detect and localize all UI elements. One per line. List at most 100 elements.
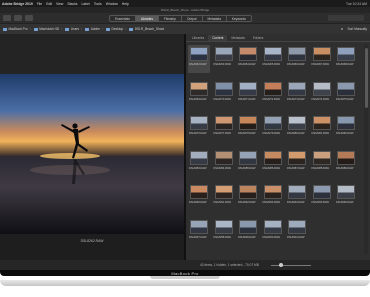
menu-edit[interactable]: Edit bbox=[46, 2, 52, 6]
thumbnail-image bbox=[288, 185, 306, 199]
content-scrollbar[interactable] bbox=[364, 44, 368, 254]
thumbnail-label: DSL8277.RAW bbox=[213, 132, 232, 135]
folder-icon bbox=[65, 27, 70, 31]
workspace-keywords[interactable]: Keywords bbox=[227, 16, 251, 21]
workspace-output[interactable]: Output bbox=[182, 15, 203, 21]
search-input[interactable] bbox=[328, 15, 364, 21]
thumbnail-item[interactable]: DSL8274.RAW bbox=[311, 80, 333, 108]
menu-tools[interactable]: Tools bbox=[94, 2, 102, 6]
thumbnail-item[interactable]: DSL8263.RAW bbox=[213, 45, 235, 73]
slider-knob[interactable] bbox=[278, 262, 283, 267]
thumbnail-label: DSL8274.RAW bbox=[311, 97, 330, 101]
breadcrumb-item[interactable]: Desktop › bbox=[105, 27, 126, 31]
thumbnail-item[interactable]: DSL8283.RAW bbox=[188, 149, 210, 177]
thumbnail-item[interactable]: DSL8299.RAW bbox=[237, 218, 259, 246]
thumbnail-item[interactable]: DSL8275.RAW bbox=[335, 80, 357, 108]
thumbnail-image bbox=[312, 150, 331, 165]
thumbnail-image bbox=[312, 47, 331, 61]
thumbnail-item[interactable]: DSL8265.RAW bbox=[262, 45, 284, 73]
drive-icon bbox=[3, 27, 7, 31]
thumbnail-item[interactable]: DSL8286.RAW bbox=[262, 149, 284, 177]
thumbnail-item[interactable]: DSL8301.RAW bbox=[286, 218, 308, 246]
thumbnail-item[interactable]: DSL8272.RAW bbox=[262, 80, 284, 108]
thumbnail-label: DSL8286.RAW bbox=[262, 166, 281, 170]
tab-content[interactable]: Content bbox=[208, 35, 228, 41]
thumbnail-item[interactable]: DSL8281.RAW bbox=[311, 114, 333, 142]
thumbnail-item[interactable]: DSL8266.RAW bbox=[286, 45, 308, 73]
thumbnail-item[interactable]: DSL8289.RAW bbox=[335, 149, 357, 177]
sort-control[interactable]: ★ Sort Manually bbox=[341, 27, 367, 31]
thumbnail-item[interactable]: DSL8273.RAW bbox=[286, 80, 308, 108]
workspace-filmstrip[interactable]: Filmstrip bbox=[159, 15, 182, 21]
thumbnail-image bbox=[190, 150, 208, 165]
thumbnail-item[interactable]: DSL8276.RAW bbox=[188, 114, 210, 142]
thumbnail-item[interactable]: DSL8296.RAW bbox=[335, 183, 357, 211]
folder-icon bbox=[105, 27, 110, 31]
get-photos-button[interactable] bbox=[25, 15, 33, 21]
breadcrumb-item[interactable]: MacBook Pro › bbox=[3, 27, 31, 31]
thumbnail-label: DSL8281.RAW bbox=[311, 132, 330, 135]
thumbnail-item[interactable]: DSL8279.RAW bbox=[262, 114, 284, 142]
menu-label[interactable]: Label bbox=[82, 2, 90, 6]
menu-file[interactable]: File bbox=[37, 2, 42, 6]
thumbnail-item[interactable]: DSL8295.RAW bbox=[311, 183, 333, 211]
menu-stacks[interactable]: Stacks bbox=[67, 2, 77, 6]
thumbnail-image bbox=[239, 116, 257, 130]
thumbnail-size-slider[interactable] bbox=[270, 262, 311, 267]
thumbnail-item[interactable]: DSL8280.RAW bbox=[286, 114, 308, 142]
thumbnail-image bbox=[214, 150, 233, 165]
thumbnail-item[interactable]: DSL8294.RAW bbox=[286, 183, 308, 211]
thumbnail-image bbox=[190, 81, 208, 96]
thumbnail-item[interactable]: DSL8284.RAW bbox=[213, 149, 235, 177]
thumbnail-label: DSL8270.RAW bbox=[213, 97, 232, 101]
thumbnail-item[interactable]: DSL8271.RAW bbox=[237, 80, 259, 108]
thumbnail-item[interactable]: DSL8293.RAW bbox=[262, 183, 284, 211]
laptop-notch bbox=[150, 276, 220, 279]
workspace-libraries[interactable]: Libraries bbox=[135, 15, 159, 21]
thumbnail-item[interactable]: DSL8268.RAW bbox=[335, 45, 357, 73]
thumbnail-item[interactable]: DSL8282.RAW bbox=[335, 114, 357, 142]
menu-window[interactable]: Window bbox=[106, 2, 118, 6]
menu-view[interactable]: View bbox=[56, 2, 63, 6]
thumbnail-item[interactable]: DSL8291.RAW bbox=[213, 183, 235, 211]
thumbnail-item[interactable]: DSL8288.RAW bbox=[311, 149, 333, 177]
thumbnail-item[interactable]: DSL8262.RAW bbox=[188, 45, 210, 73]
thumbnail-item[interactable]: DSL8298.RAW bbox=[213, 218, 235, 246]
menu-help[interactable]: Help bbox=[122, 2, 129, 6]
thumbnail-item[interactable]: DSL8297.RAW bbox=[188, 218, 210, 246]
laptop: Adobe Bridge 2019 File Edit View Stacks … bbox=[0, 0, 370, 297]
thumbnail-item[interactable]: DSL8270.RAW bbox=[213, 80, 235, 108]
tab-libraries[interactable]: Libraries bbox=[188, 35, 208, 41]
thumbnail-item[interactable]: DSL8269.RAW bbox=[188, 80, 210, 108]
thumbnail-image bbox=[263, 219, 282, 234]
workspace-essentials[interactable]: Essentials bbox=[110, 15, 136, 21]
sort-dropdown[interactable]: Sort Manually bbox=[348, 27, 368, 31]
workspace-metadata[interactable]: Metadata bbox=[203, 15, 227, 21]
breadcrumb-item[interactable]: DSLR_Beach_Shoot bbox=[129, 27, 164, 31]
thumbnail-image bbox=[288, 47, 306, 61]
thumbnail-item[interactable]: DSL8285.RAW bbox=[237, 149, 259, 177]
thumbnail-item[interactable]: DSL8290.RAW bbox=[188, 183, 210, 211]
thumbnail-item[interactable]: DSL8277.RAW bbox=[213, 114, 235, 142]
star-filter-icon[interactable]: ★ bbox=[341, 27, 344, 31]
thumbnail-item[interactable]: DSL8267.RAW bbox=[311, 45, 333, 73]
thumbnail-image bbox=[190, 219, 208, 234]
tab-metadata[interactable]: Metadata bbox=[227, 35, 248, 41]
thumbnail-image bbox=[288, 116, 306, 130]
tab-folders[interactable]: Folders bbox=[249, 35, 268, 41]
back-button[interactable] bbox=[3, 15, 11, 21]
thumbnail-item[interactable]: DSL8287.RAW bbox=[286, 149, 308, 177]
toolbar: Essentials Libraries Filmstrip Output Me… bbox=[0, 13, 370, 24]
preview-caption: DSL8262.RAW bbox=[80, 239, 104, 243]
thumbnail-item[interactable]: DSL8292.RAW bbox=[237, 183, 259, 211]
app-menu[interactable]: Adobe Bridge 2019 bbox=[2, 2, 33, 6]
preview-image[interactable] bbox=[0, 74, 184, 234]
thumbnail-item[interactable]: DSL8278.RAW bbox=[237, 114, 259, 142]
thumbnail-item[interactable]: DSL8300.RAW bbox=[262, 218, 284, 246]
thumbnail-item[interactable]: DSL8264.RAW bbox=[237, 45, 259, 73]
forward-button[interactable] bbox=[14, 15, 22, 21]
scrollbar-thumb[interactable] bbox=[364, 48, 368, 108]
breadcrumb-item[interactable]: Macintosh HD › bbox=[33, 27, 62, 31]
breadcrumb-item[interactable]: Users › bbox=[65, 27, 82, 31]
breadcrumb-item[interactable]: Adobe › bbox=[85, 27, 103, 31]
